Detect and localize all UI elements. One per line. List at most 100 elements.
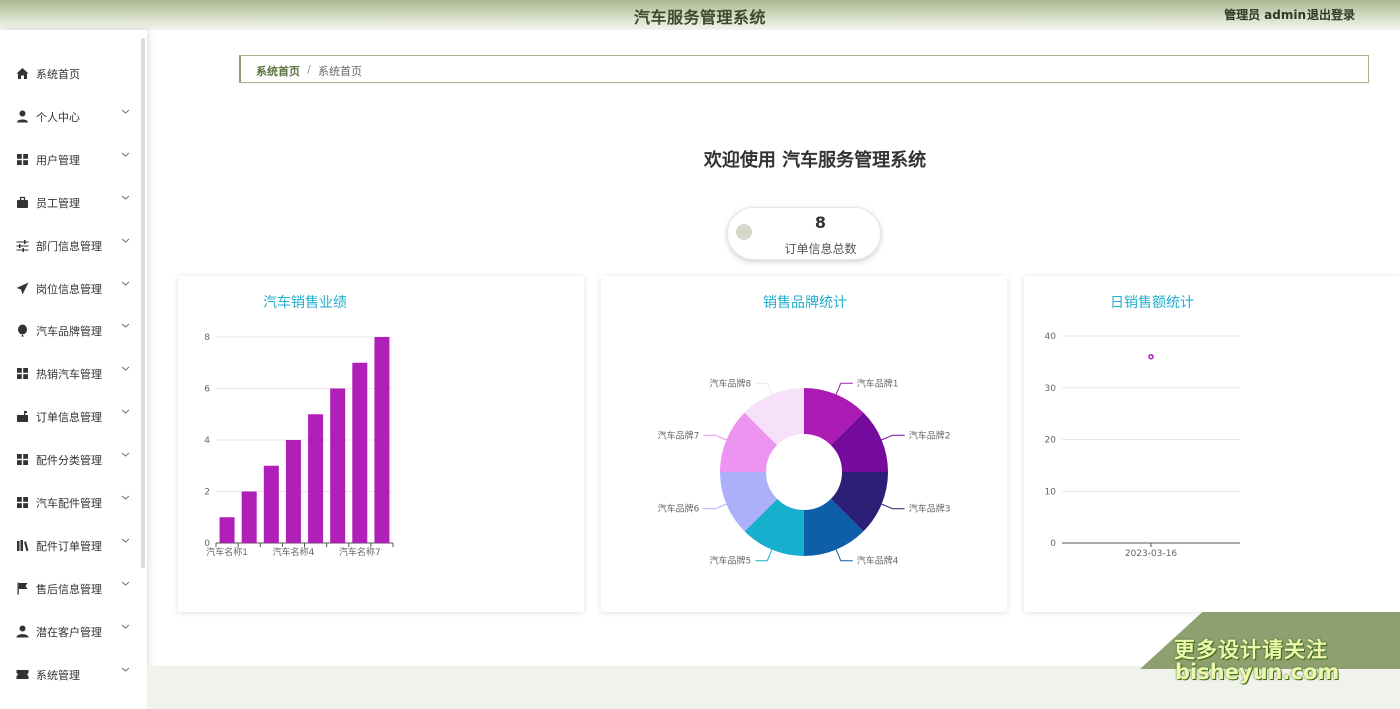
balloon-icon bbox=[16, 324, 29, 337]
slice-label: 汽车品牌6 bbox=[658, 503, 700, 515]
y-tick-label: 6 bbox=[204, 385, 210, 395]
slice-label: 汽车品牌4 bbox=[857, 555, 899, 567]
chevron-down-icon bbox=[121, 150, 131, 160]
sidebar-item-label: 热销汽车管理 bbox=[36, 368, 102, 382]
sidebar-item-label: 配件分类管理 bbox=[36, 454, 102, 468]
sidebar-item-8[interactable]: 热销汽车管理 bbox=[0, 358, 140, 388]
sidebar-item-label: 个人中心 bbox=[36, 110, 80, 124]
library-icon bbox=[16, 539, 29, 552]
sidebar-item-3[interactable]: 用户管理 bbox=[0, 144, 140, 174]
stat-dot-icon bbox=[736, 224, 752, 240]
sidebar-item-6[interactable]: 岗位信息管理 bbox=[0, 273, 140, 303]
sidebar-item-14[interactable]: 潜在客户管理 bbox=[0, 616, 140, 646]
sidebar-item-label: 汽车配件管理 bbox=[36, 497, 102, 510]
label-line bbox=[703, 503, 727, 510]
sidebar-item-10[interactable]: 配件分类管理 bbox=[0, 444, 140, 474]
chevron-down-icon bbox=[121, 579, 131, 589]
sidebar-item-15[interactable]: 系统管理 bbox=[0, 659, 140, 689]
watermark-line2: bisheyun.com bbox=[1175, 660, 1340, 684]
grid-icon bbox=[16, 453, 29, 466]
chevron-down-icon bbox=[121, 279, 131, 289]
breadcrumb-current: 系统首页 bbox=[318, 65, 362, 78]
sidebar-item-12[interactable]: 配件订单管理 bbox=[0, 530, 140, 560]
slice-label: 汽车品牌5 bbox=[710, 555, 752, 567]
x-tick-label: 汽车名称1 bbox=[206, 546, 248, 558]
daily-sales-chart: 0 10 20 30 40 2023-03-16 bbox=[1045, 332, 1240, 559]
mailbox-icon bbox=[16, 410, 29, 423]
order-count-card: 8 订单信息总数 bbox=[727, 207, 881, 260]
bar-汽车名称4 bbox=[285, 440, 301, 543]
sidebar-item-label: 售后信息管理 bbox=[36, 582, 102, 596]
label-line bbox=[703, 434, 727, 441]
current-user: 管理员 admin bbox=[1224, 6, 1306, 23]
breadcrumb: 系统首页 / 系统首页 bbox=[239, 55, 1369, 83]
sidebar-item-2[interactable]: 个人中心 bbox=[0, 101, 140, 131]
chevron-down-icon bbox=[121, 107, 131, 117]
sales-bar-chart-panel: 0 2 4 6 8 汽车名称1 汽车名称4 汽车名称7 汽车销售业绩 bbox=[178, 276, 584, 612]
bar-汽车名称2 bbox=[241, 491, 257, 543]
sidebar-item-label: 订单信息管理 bbox=[36, 411, 102, 425]
breadcrumb-home-link[interactable]: 系统首页 bbox=[256, 63, 300, 79]
sidebar-item-label: 汽车品牌管理 bbox=[36, 325, 102, 339]
sidebar-item-label: 系统首页 bbox=[36, 68, 80, 81]
send-icon bbox=[16, 282, 29, 295]
grid-icon bbox=[16, 367, 29, 380]
sidebar-scrollbar[interactable] bbox=[141, 38, 145, 568]
daily-sales-chart-panel: 0 10 20 30 40 2023-03-16 日销售额统计 bbox=[1024, 276, 1400, 612]
slice-label: 汽车品牌8 bbox=[710, 377, 752, 389]
watermark: 更多设计请关注 bisheyun.com bbox=[1140, 612, 1400, 709]
bar-汽车名称5 bbox=[308, 414, 324, 543]
chevron-down-icon bbox=[121, 622, 131, 632]
brand-chart-title: 销售品牌统计 bbox=[763, 295, 847, 311]
sidebar-item-label: 用户管理 bbox=[36, 153, 80, 167]
y-tick-label: 10 bbox=[1045, 487, 1057, 497]
sidebar-item-1[interactable]: 系统首页 bbox=[0, 58, 140, 88]
logout-button[interactable]: 退出登录 bbox=[1307, 6, 1355, 23]
sales-bar-chart: 02468汽车名称1 汽车名称4 汽车名称7 bbox=[204, 333, 394, 558]
label-line bbox=[755, 382, 773, 395]
sidebar-item-13[interactable]: 售后信息管理 bbox=[0, 573, 140, 603]
label-line bbox=[835, 382, 853, 395]
x-tick-label: 汽车名称7 bbox=[339, 546, 381, 558]
y-tick-label: 20 bbox=[1045, 436, 1057, 446]
label-line bbox=[881, 434, 905, 441]
sidebar-item-11[interactable]: 汽车配件管理 bbox=[0, 487, 140, 517]
y-tick-label: 2 bbox=[204, 488, 210, 498]
sidebar-item-9[interactable]: 订单信息管理 bbox=[0, 401, 140, 431]
order-count-value: 8 bbox=[814, 213, 827, 232]
y-tick-label: 40 bbox=[1045, 332, 1057, 342]
sidebar-item-4[interactable]: 员工管理 bbox=[0, 187, 140, 217]
x-tick-label: 汽车名称4 bbox=[273, 546, 315, 558]
user-icon bbox=[16, 625, 29, 638]
app-title: 汽车服务管理系统 bbox=[633, 8, 766, 27]
order-count-label: 订单信息总数 bbox=[784, 242, 857, 256]
user-name: admin bbox=[1264, 8, 1306, 22]
slice-label: 汽车品牌1 bbox=[857, 377, 899, 389]
sidebar-item-7[interactable]: 汽车品牌管理 bbox=[0, 315, 140, 345]
breadcrumb-separator: / bbox=[307, 63, 311, 76]
y-tick-label: 8 bbox=[204, 333, 210, 343]
ticket-icon bbox=[16, 668, 29, 681]
home-icon bbox=[16, 67, 29, 80]
daily-chart-title: 日销售额统计 bbox=[1110, 295, 1194, 311]
top-header: 汽车服务管理系统 管理员 admin 退出登录 bbox=[0, 0, 1400, 30]
y-tick-label: 4 bbox=[204, 436, 210, 446]
chevron-down-icon bbox=[121, 536, 131, 546]
brand-pie-chart: 汽车品牌1 汽车品牌2 汽车品牌3 汽车品牌4 汽车品牌5 汽车品牌6 汽车品牌7 汽车品牌8 bbox=[658, 377, 951, 567]
sidebar-item-label: 部门信息管理 bbox=[36, 239, 102, 253]
chevron-down-icon bbox=[121, 493, 131, 503]
sidebar-item-label: 员工管理 bbox=[36, 196, 80, 210]
person-icon bbox=[16, 110, 29, 123]
y-tick-label: 0 bbox=[1050, 539, 1056, 549]
sidebar: 系统首页个人中心用户管理员工管理部门信息管理岗位信息管理汽车品牌管理 热销汽车管理… bbox=[0, 30, 147, 709]
sidebar-item-5[interactable]: 部门信息管理 bbox=[0, 230, 140, 260]
sales-chart-title: 汽车销售业绩 bbox=[263, 295, 347, 311]
chevron-down-icon bbox=[121, 665, 131, 675]
slice-label: 汽车品牌3 bbox=[909, 503, 951, 515]
sidebar-item-label: 潜在客户管理 bbox=[36, 625, 102, 639]
bar-汽车名称6 bbox=[330, 388, 346, 543]
bar-汽车名称7 bbox=[352, 362, 368, 543]
sidebar-item-label: 系统管理 bbox=[36, 668, 80, 682]
briefcase-icon bbox=[16, 196, 29, 209]
chevron-down-icon bbox=[121, 193, 131, 203]
